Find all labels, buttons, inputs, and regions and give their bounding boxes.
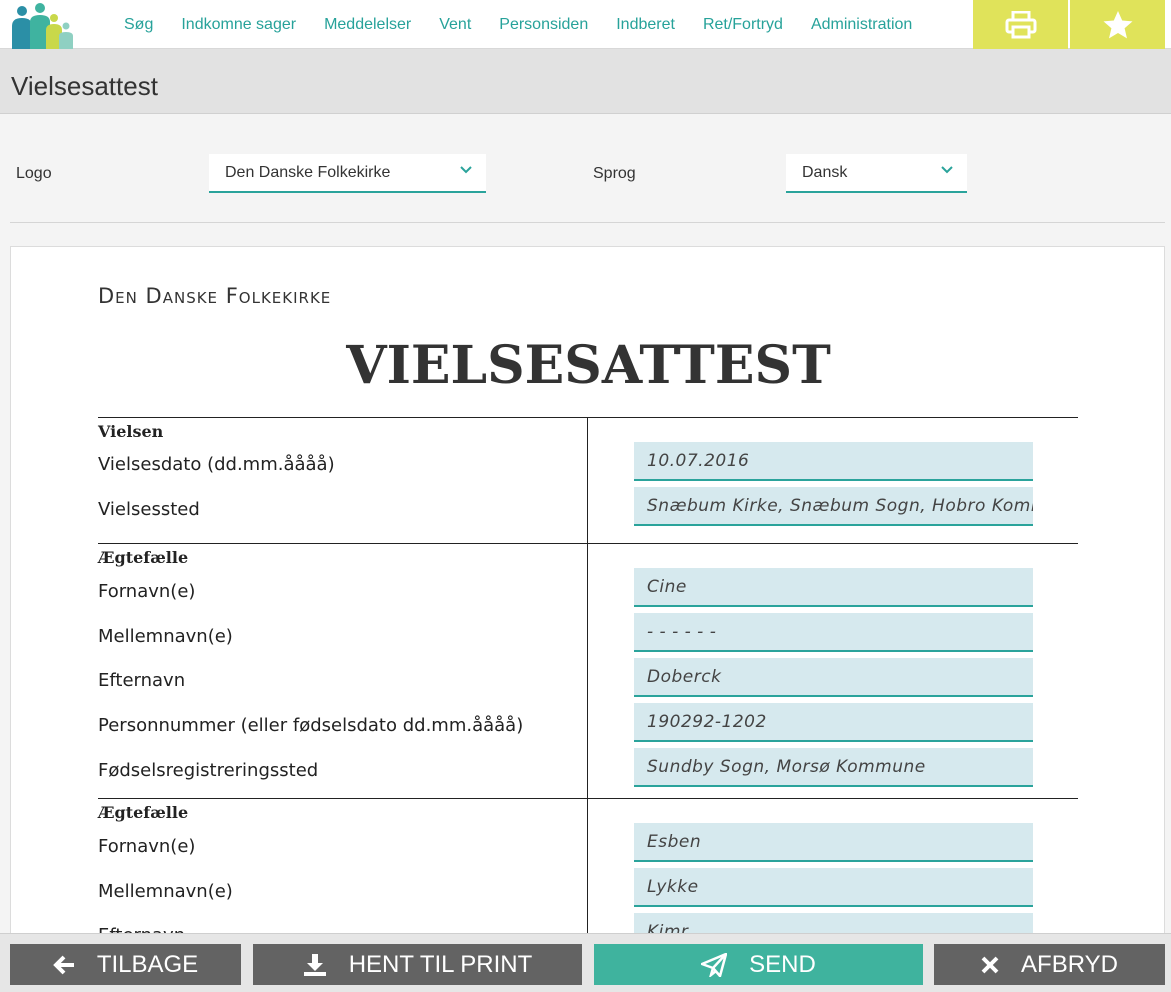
nav-item-vent[interactable]: Vent	[425, 16, 485, 34]
page-header: Vielsesattest	[0, 49, 1171, 114]
page-title: Vielsesattest	[11, 71, 158, 101]
nav-item-ret-fortryd[interactable]: Ret/Fortryd	[689, 16, 797, 34]
nav-item-soeg[interactable]: Søg	[110, 16, 167, 34]
divider	[10, 222, 1165, 223]
download-icon	[303, 953, 326, 976]
action-bar: TILBAGE HENT TIL PRINT SEND AFBRYD	[0, 933, 1171, 992]
close-icon	[981, 956, 999, 973]
nav-item-meddelelser[interactable]: Meddelelser	[310, 16, 425, 34]
language-select[interactable]: Dansk	[786, 154, 967, 193]
section-heading-spouse-2: Ægtefælle	[98, 803, 189, 822]
wedding-date-field[interactable]: 10.07.2016	[634, 442, 1033, 481]
logo-select[interactable]: Den Danske Folkekirke	[209, 154, 486, 193]
nav-item-indberet[interactable]: Indberet	[602, 16, 689, 34]
send-button-label: SEND	[749, 950, 816, 978]
back-button-label: TILBAGE	[96, 950, 199, 978]
spouse2-middle-name-label: Mellemnavn(e)	[98, 881, 233, 902]
logo-select-value: Den Danske Folkekirke	[225, 163, 391, 181]
send-button[interactable]: SEND	[594, 944, 923, 985]
column-divider	[587, 417, 588, 945]
chevron-down-icon	[941, 166, 953, 174]
main-menu: Søg Indkomne sager Meddelelser Vent Pers…	[110, 0, 926, 49]
spouse1-cpr-field[interactable]: 190292-1202	[634, 703, 1033, 742]
paper-plane-icon	[701, 952, 728, 977]
language-label: Sprog	[593, 165, 636, 182]
top-navigation: Søg Indkomne sager Meddelelser Vent Pers…	[0, 0, 1171, 49]
download-print-button[interactable]: HENT TIL PRINT	[253, 944, 582, 985]
print-button[interactable]	[973, 0, 1068, 49]
back-button[interactable]: TILBAGE	[10, 944, 241, 985]
download-print-button-label: HENT TIL PRINT	[348, 950, 533, 978]
section-divider	[98, 798, 1078, 799]
chevron-down-icon	[460, 166, 472, 174]
favorite-button[interactable]	[1070, 0, 1165, 49]
cancel-button-label: AFBRYD	[1021, 950, 1118, 978]
spouse1-first-name-field[interactable]: Cine	[634, 568, 1033, 607]
certificate-document[interactable]: Den Danske Folkekirke VIELSESATTEST Viel…	[10, 246, 1165, 946]
app-logo[interactable]	[8, 2, 76, 49]
nav-item-personsiden[interactable]: Personsiden	[485, 16, 602, 34]
spouse1-first-name-label: Fornavn(e)	[98, 581, 196, 602]
printer-icon	[1005, 10, 1036, 38]
nav-item-indkomne-sager[interactable]: Indkomne sager	[167, 16, 310, 34]
logo-label: Logo	[16, 165, 52, 182]
section-divider	[98, 543, 1078, 544]
spouse1-last-name-label: Efternavn	[98, 670, 186, 691]
spouse1-cpr-label: Personnummer (eller fødselsdato dd.mm.åå…	[98, 715, 524, 736]
arrow-left-icon	[52, 955, 74, 974]
nav-item-administration[interactable]: Administration	[797, 16, 926, 34]
spouse2-middle-name-field[interactable]: Lykke	[634, 868, 1033, 907]
spouse2-first-name-field[interactable]: Esben	[634, 823, 1033, 862]
cancel-button[interactable]: AFBRYD	[934, 944, 1165, 985]
wedding-place-field[interactable]: Snæbum Kirke, Snæbum Sogn, Hobro Kommune	[634, 487, 1033, 526]
spouse1-birthplace-label: Fødselsregistreringssted	[98, 760, 319, 781]
section-heading-spouse-1: Ægtefælle	[98, 548, 189, 567]
wedding-date-label: Vielsesdato (dd.mm.åååå)	[98, 454, 335, 475]
spouse1-middle-name-field[interactable]: - - - - - -	[634, 613, 1033, 652]
document-title: VIELSESATTEST	[346, 335, 831, 396]
section-heading-vielsen: Vielsen	[98, 422, 164, 441]
star-icon	[1103, 10, 1132, 38]
spouse1-birthplace-field[interactable]: Sundby Sogn, Morsø Kommune	[634, 748, 1033, 787]
section-divider	[98, 417, 1078, 418]
document-organization: Den Danske Folkekirke	[98, 284, 332, 308]
spouse1-middle-name-label: Mellemnavn(e)	[98, 626, 233, 647]
spouse1-last-name-field[interactable]: Doberck	[634, 658, 1033, 697]
spouse2-first-name-label: Fornavn(e)	[98, 836, 196, 857]
wedding-place-label: Vielsessted	[98, 499, 200, 520]
language-select-value: Dansk	[802, 163, 848, 181]
